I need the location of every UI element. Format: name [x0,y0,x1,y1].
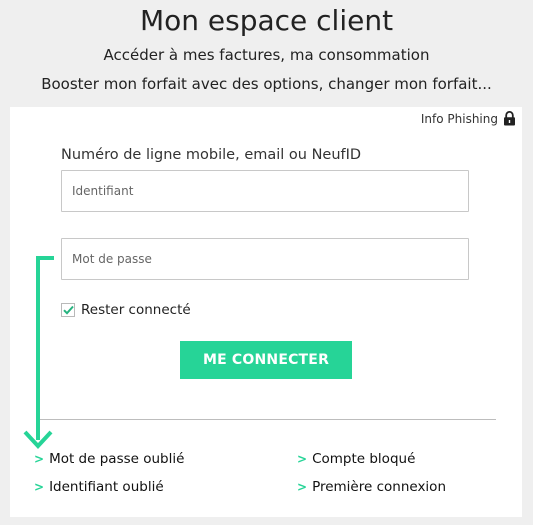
connect-button[interactable]: ME CONNECTER [180,341,352,379]
password-input[interactable] [61,238,469,280]
subtitle-line-1: Accéder à mes factures, ma consommation [103,46,430,64]
lock-icon [503,111,516,126]
info-phishing-link[interactable]: Info Phishing [421,111,516,126]
remember-me-toggle[interactable]: Rester connecté [61,302,191,318]
remember-me-checkbox[interactable] [61,303,75,317]
chevron-right-icon: > [34,480,45,494]
identifier-label: Numéro de ligne mobile, email ou NeufID [61,147,362,163]
first-login-link[interactable]: > Première connexion [297,479,446,495]
account-blocked-link[interactable]: > Compte bloqué [297,451,415,467]
chevron-right-icon: > [34,452,45,466]
chevron-right-icon: > [297,452,308,466]
chevron-right-icon: > [297,480,308,494]
page-title: Mon espace client [139,4,394,37]
account-blocked-label: Compte bloqué [312,451,416,467]
subtitle-line-2: Booster mon forfait avec des options, ch… [41,75,492,93]
identifier-input[interactable] [61,170,469,212]
divider [40,419,496,420]
forgot-password-label: Mot de passe oublié [49,451,185,467]
forgot-id-link[interactable]: > Identifiant oublié [34,479,164,495]
login-card: Info Phishing Numéro de ligne mobile, em… [10,107,522,517]
forgot-password-link[interactable]: > Mot de passe oublié [34,451,184,467]
info-phishing-label: Info Phishing [420,111,498,126]
remember-me-label: Rester connecté [81,302,191,318]
checkmark-icon [62,305,74,315]
first-login-label: Première connexion [312,479,447,495]
forgot-id-label: Identifiant oublié [49,479,164,495]
